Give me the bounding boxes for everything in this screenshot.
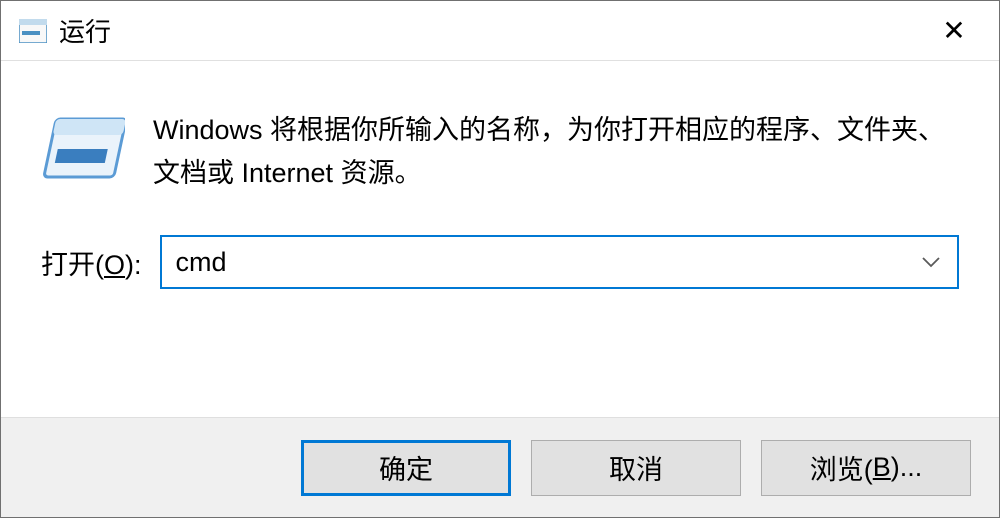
cancel-label: 取消 [609, 448, 663, 487]
dialog-body: Windows 将根据你所输入的名称，为你打开相应的程序、文件夹、文档或 Int… [1, 61, 999, 417]
title-bar: 运行 ✕ [1, 1, 999, 61]
open-label-prefix: 打开( [41, 250, 104, 280]
open-label-suffix: ): [125, 250, 142, 280]
window-title: 运行 [59, 12, 111, 49]
open-input[interactable] [162, 237, 905, 287]
cancel-button[interactable]: 取消 [531, 440, 741, 496]
ok-label: 确定 [379, 448, 433, 487]
ok-button[interactable]: 确定 [301, 440, 511, 496]
browse-button[interactable]: 浏览(B)... [761, 440, 971, 496]
open-hotkey: O [104, 250, 125, 280]
description-text: Windows 将根据你所输入的名称，为你打开相应的程序、文件夹、文档或 Int… [153, 109, 959, 195]
open-label: 打开(O): [41, 243, 142, 282]
open-combobox[interactable] [160, 235, 959, 289]
run-large-icon [41, 115, 125, 189]
open-row: 打开(O): [41, 235, 959, 289]
close-icon: ✕ [942, 14, 965, 47]
browse-hotkey: B [873, 452, 891, 483]
combobox-dropdown-button[interactable] [905, 237, 957, 287]
description-row: Windows 将根据你所输入的名称，为你打开相应的程序、文件夹、文档或 Int… [41, 109, 959, 195]
browse-prefix: 浏览( [810, 448, 873, 487]
run-dialog: 运行 ✕ Windows 将根据你所输入的名称，为你打开相应的程序、文件夹、文档… [0, 0, 1000, 518]
browse-suffix: )... [891, 452, 923, 483]
button-bar: 确定 取消 浏览(B)... [1, 417, 999, 517]
title-bar-left: 运行 [19, 12, 111, 49]
close-button[interactable]: ✕ [909, 1, 999, 60]
run-icon [19, 17, 47, 45]
chevron-down-icon [921, 256, 941, 268]
